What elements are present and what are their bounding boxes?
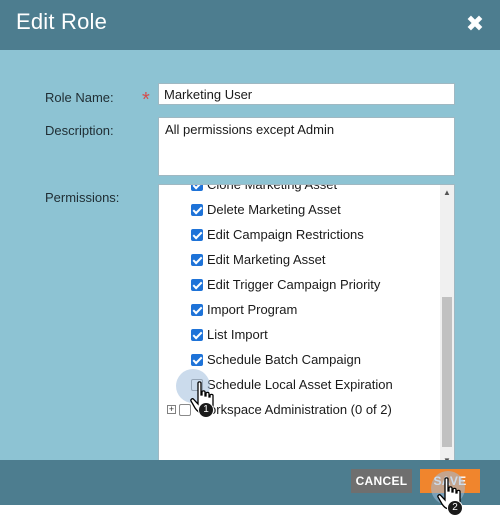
permission-checkbox[interactable]	[191, 204, 203, 216]
permission-checkbox[interactable]	[191, 229, 203, 241]
step-1-badge: 1	[198, 402, 214, 418]
permissions-scrollbar[interactable]: ▲ ▼	[440, 185, 454, 470]
permission-label: Import Program	[207, 302, 298, 317]
permission-label: Workspace Administration (0 of 2)	[197, 402, 392, 417]
scroll-thumb[interactable]	[442, 297, 452, 447]
permission-checkbox[interactable]	[191, 329, 203, 341]
permissions-list[interactable]: Clone Marketing Asset Delete Marketing As…	[158, 184, 455, 471]
step-2-badge: 2	[447, 500, 463, 516]
scroll-up-icon[interactable]: ▲	[442, 188, 452, 198]
permission-label: Edit Campaign Restrictions	[207, 227, 364, 242]
role-name-label: Role Name:	[45, 90, 114, 105]
dialog-title: Edit Role	[16, 9, 108, 34]
permission-label: List Import	[207, 327, 268, 342]
permission-label: Schedule Batch Campaign	[207, 352, 361, 367]
permission-checkbox[interactable]	[191, 354, 203, 366]
cancel-button[interactable]: CANCEL	[351, 469, 412, 493]
permission-checkbox[interactable]	[191, 254, 203, 266]
permission-label: Edit Marketing Asset	[207, 252, 326, 267]
description-textarea[interactable]: All permissions except Admin	[158, 117, 455, 176]
permission-label: Clone Marketing Asset	[207, 184, 338, 192]
permission-checkbox[interactable]	[191, 185, 203, 191]
permission-label: Edit Trigger Campaign Priority	[207, 277, 381, 292]
dialog-header: Edit Role ✖	[0, 0, 500, 50]
dialog-body: Role Name: * Marketing User Description:…	[0, 50, 500, 471]
required-marker: *	[142, 89, 150, 111]
dialog-footer: CANCEL SAVE	[0, 460, 500, 505]
permission-checkbox[interactable]	[191, 304, 203, 316]
description-label: Description:	[45, 123, 114, 138]
role-name-input[interactable]: Marketing User	[158, 83, 455, 105]
expand-icon[interactable]: +	[167, 405, 176, 414]
permission-label: Schedule Local Asset Expiration	[207, 377, 393, 392]
permissions-label: Permissions:	[45, 190, 120, 205]
permission-label: Delete Marketing Asset	[207, 202, 341, 217]
edit-role-dialog: Edit Role ✖ Role Name: * Marketing User …	[0, 0, 500, 525]
close-icon[interactable]: ✖	[464, 13, 486, 35]
permission-checkbox[interactable]	[191, 279, 203, 291]
